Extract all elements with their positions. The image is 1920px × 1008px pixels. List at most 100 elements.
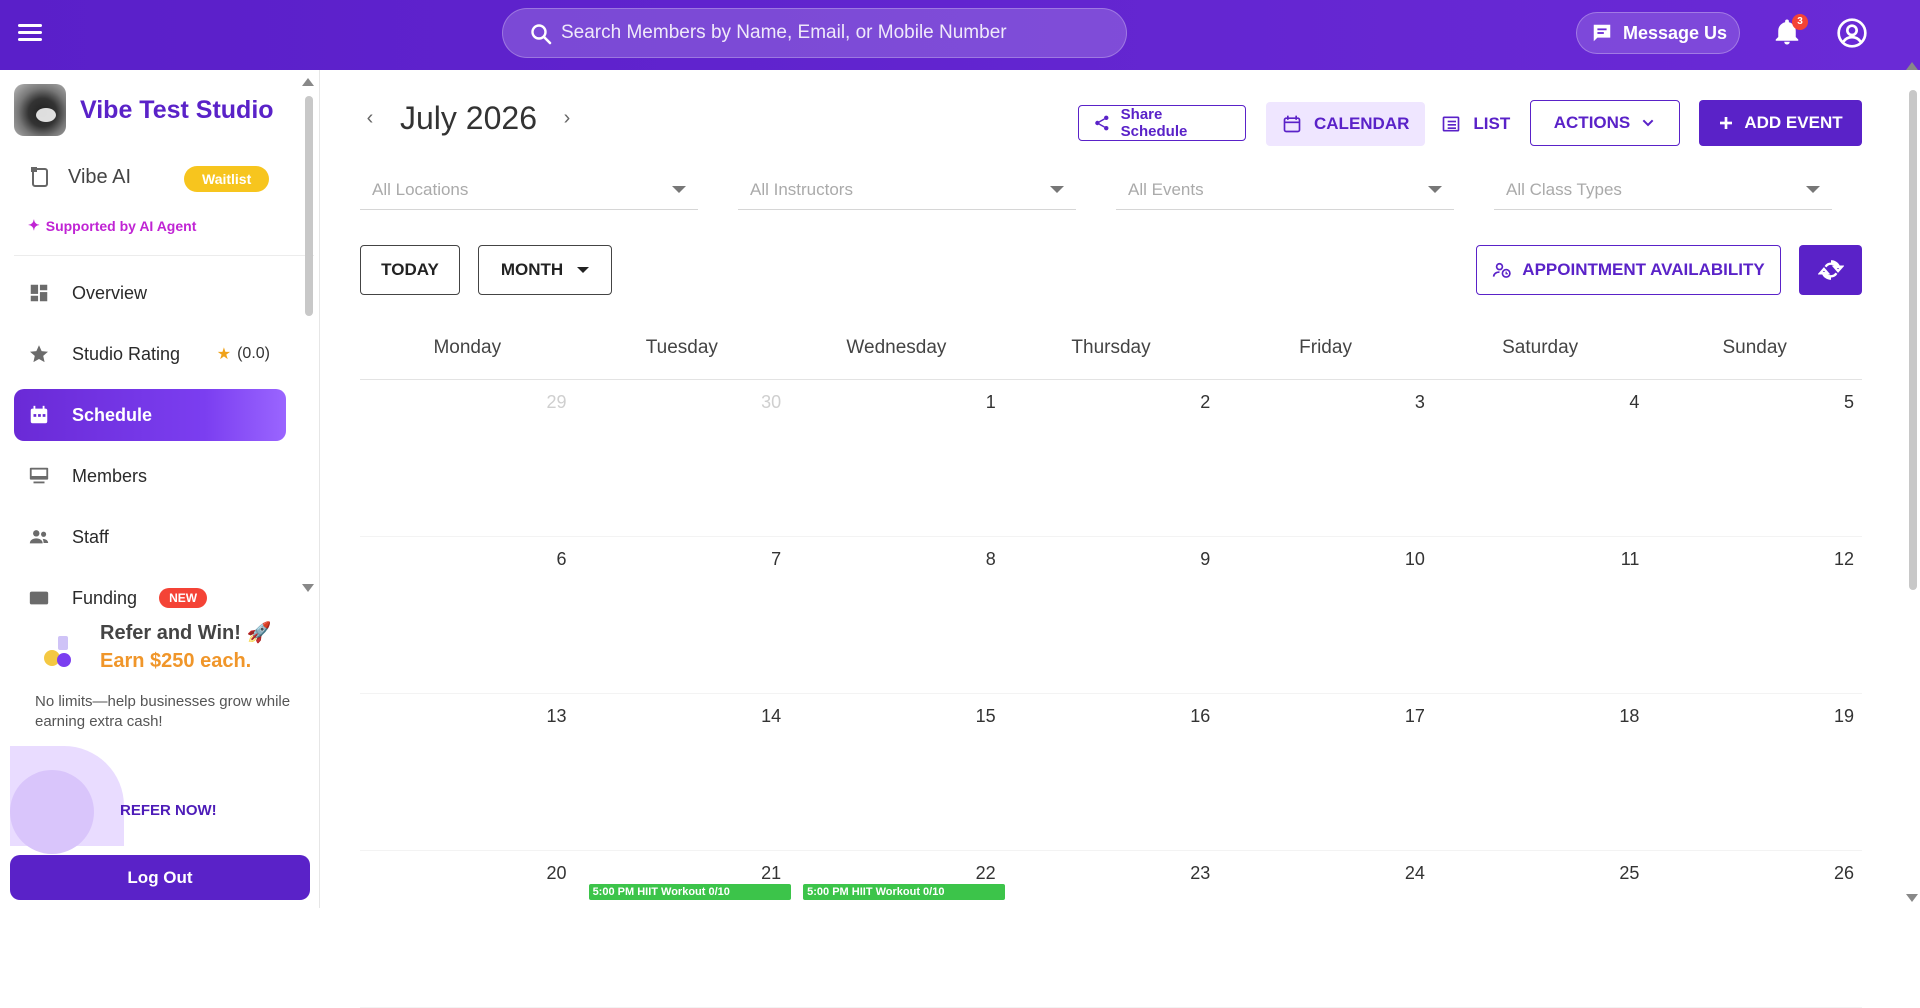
month-view-select[interactable]: MONTH: [478, 245, 612, 295]
calendar-day[interactable]: 12: [1647, 537, 1862, 693]
add-event-button[interactable]: ADD EVENT: [1699, 100, 1862, 146]
account-icon[interactable]: [1836, 17, 1868, 49]
calendar-day[interactable]: 11: [1433, 537, 1648, 693]
dropdown-caret-icon: [1806, 186, 1820, 193]
notifications-button[interactable]: 3: [1772, 14, 1808, 50]
sidebar-item-label: Members: [72, 465, 148, 486]
calendar-day[interactable]: 5: [1647, 380, 1862, 536]
sidebar-item-staff[interactable]: Staff: [14, 511, 286, 563]
day-number[interactable]: 4: [1629, 392, 1639, 413]
search-input[interactable]: [561, 9, 1111, 57]
sidebar-item-members[interactable]: Members: [14, 450, 286, 502]
calendar-day[interactable]: 29: [360, 380, 575, 536]
day-number[interactable]: 14: [761, 706, 781, 727]
scroll-down-icon[interactable]: [302, 584, 314, 592]
day-number[interactable]: 8: [986, 549, 996, 570]
scroll-thumb[interactable]: [305, 96, 313, 316]
calendar-day[interactable]: 22 5:00 PM HIIT Workout 0/10: [789, 851, 1006, 1007]
calendar-day[interactable]: 2: [1004, 380, 1219, 536]
day-number[interactable]: 13: [547, 706, 567, 727]
search-bar[interactable]: [502, 8, 1127, 58]
list-view-button[interactable]: LIST: [1425, 102, 1526, 146]
day-number[interactable]: 15: [976, 706, 996, 727]
day-number[interactable]: 25: [1619, 863, 1639, 884]
calendar-day[interactable]: 1: [789, 380, 1004, 536]
calendar-day[interactable]: 8: [789, 537, 1004, 693]
calendar-day[interactable]: 10: [1218, 537, 1433, 693]
logout-button[interactable]: Log Out: [10, 855, 310, 900]
day-number[interactable]: 3: [1415, 392, 1425, 413]
weekday-label: Thursday: [1071, 337, 1151, 358]
calendar-day[interactable]: 26: [1647, 851, 1862, 1007]
calendar-day[interactable]: 16: [1004, 694, 1219, 850]
next-month-icon[interactable]: ›: [557, 107, 577, 130]
day-number[interactable]: 22: [976, 863, 996, 884]
day-number[interactable]: 9: [1200, 549, 1210, 570]
calendar-day[interactable]: 7: [575, 537, 790, 693]
calendar-day[interactable]: 23: [1004, 851, 1219, 1007]
day-number[interactable]: 24: [1405, 863, 1425, 884]
calendar-view-button[interactable]: CALENDAR: [1266, 102, 1426, 146]
vibe-ai-item[interactable]: Vibe AI: [28, 165, 131, 189]
calendar-day[interactable]: 13: [360, 694, 575, 850]
day-number[interactable]: 12: [1834, 549, 1854, 570]
sidebar-scrollbar[interactable]: [300, 74, 316, 594]
today-button[interactable]: TODAY: [360, 245, 460, 295]
menu-icon[interactable]: [16, 20, 44, 48]
main-scrollbar[interactable]: [1904, 54, 1920, 908]
share-schedule-button[interactable]: Share Schedule: [1078, 105, 1246, 141]
day-number[interactable]: 26: [1834, 863, 1854, 884]
day-number[interactable]: 5: [1844, 392, 1854, 413]
refresh-button[interactable]: [1799, 245, 1862, 295]
calendar-day[interactable]: 3: [1218, 380, 1433, 536]
day-number[interactable]: 21: [761, 863, 781, 884]
sidebar-item-overview[interactable]: Overview: [14, 267, 286, 319]
sidebar-item-studio-rating[interactable]: Studio Rating ★ (0.0): [14, 328, 286, 380]
calendar-event[interactable]: 5:00 PM HIIT Workout 0/10: [803, 884, 1006, 900]
day-number[interactable]: 30: [761, 392, 781, 413]
day-number[interactable]: 20: [547, 863, 567, 884]
sidebar-item-schedule[interactable]: Schedule: [14, 389, 286, 441]
scroll-down-icon[interactable]: [1906, 894, 1918, 902]
scroll-up-icon[interactable]: [302, 78, 314, 86]
day-number[interactable]: 6: [557, 549, 567, 570]
day-number[interactable]: 7: [771, 549, 781, 570]
calendar-day[interactable]: 25: [1433, 851, 1648, 1007]
day-number[interactable]: 17: [1405, 706, 1425, 727]
calendar-day[interactable]: 9: [1004, 537, 1219, 693]
day-number[interactable]: 18: [1619, 706, 1639, 727]
calendar-day[interactable]: 4: [1433, 380, 1648, 536]
calendar-day[interactable]: 21 5:00 PM HIIT Workout 0/10: [575, 851, 791, 1007]
day-number[interactable]: 11: [1621, 549, 1640, 570]
locations-filter[interactable]: All Locations: [360, 170, 698, 210]
calendar-day[interactable]: 18: [1433, 694, 1648, 850]
appointment-availability-button[interactable]: APPOINTMENT AVAILABILITY: [1476, 245, 1781, 295]
prev-month-icon[interactable]: ‹: [360, 107, 380, 130]
studio-brand[interactable]: Vibe Test Studio: [14, 84, 274, 136]
scroll-thumb[interactable]: [1909, 90, 1917, 590]
scroll-up-icon[interactable]: [1906, 62, 1918, 70]
message-us-button[interactable]: Message Us: [1576, 12, 1740, 54]
calendar-day[interactable]: 17: [1218, 694, 1433, 850]
day-number[interactable]: 23: [1190, 863, 1210, 884]
calendar-day[interactable]: 15: [789, 694, 1004, 850]
day-number[interactable]: 19: [1834, 706, 1854, 727]
calendar-day[interactable]: 24: [1218, 851, 1433, 1007]
events-filter[interactable]: All Events: [1116, 170, 1454, 210]
monitor-icon: [29, 467, 49, 484]
calendar-day[interactable]: 30: [575, 380, 790, 536]
day-number[interactable]: 29: [547, 392, 567, 413]
instructors-filter[interactable]: All Instructors: [738, 170, 1076, 210]
calendar-day[interactable]: 19: [1647, 694, 1862, 850]
refer-now-link[interactable]: REFER NOW!: [120, 802, 217, 819]
calendar-day[interactable]: 14: [575, 694, 790, 850]
calendar-day[interactable]: 20: [360, 851, 575, 1007]
day-number[interactable]: 10: [1405, 549, 1425, 570]
calendar-day[interactable]: 6: [360, 537, 575, 693]
calendar-event[interactable]: 5:00 PM HIIT Workout 0/10: [588, 884, 791, 900]
day-number[interactable]: 1: [986, 392, 996, 413]
actions-button[interactable]: ACTIONS: [1530, 100, 1680, 146]
day-number[interactable]: 16: [1190, 706, 1210, 727]
class-types-filter[interactable]: All Class Types: [1494, 170, 1832, 210]
day-number[interactable]: 2: [1200, 392, 1210, 413]
